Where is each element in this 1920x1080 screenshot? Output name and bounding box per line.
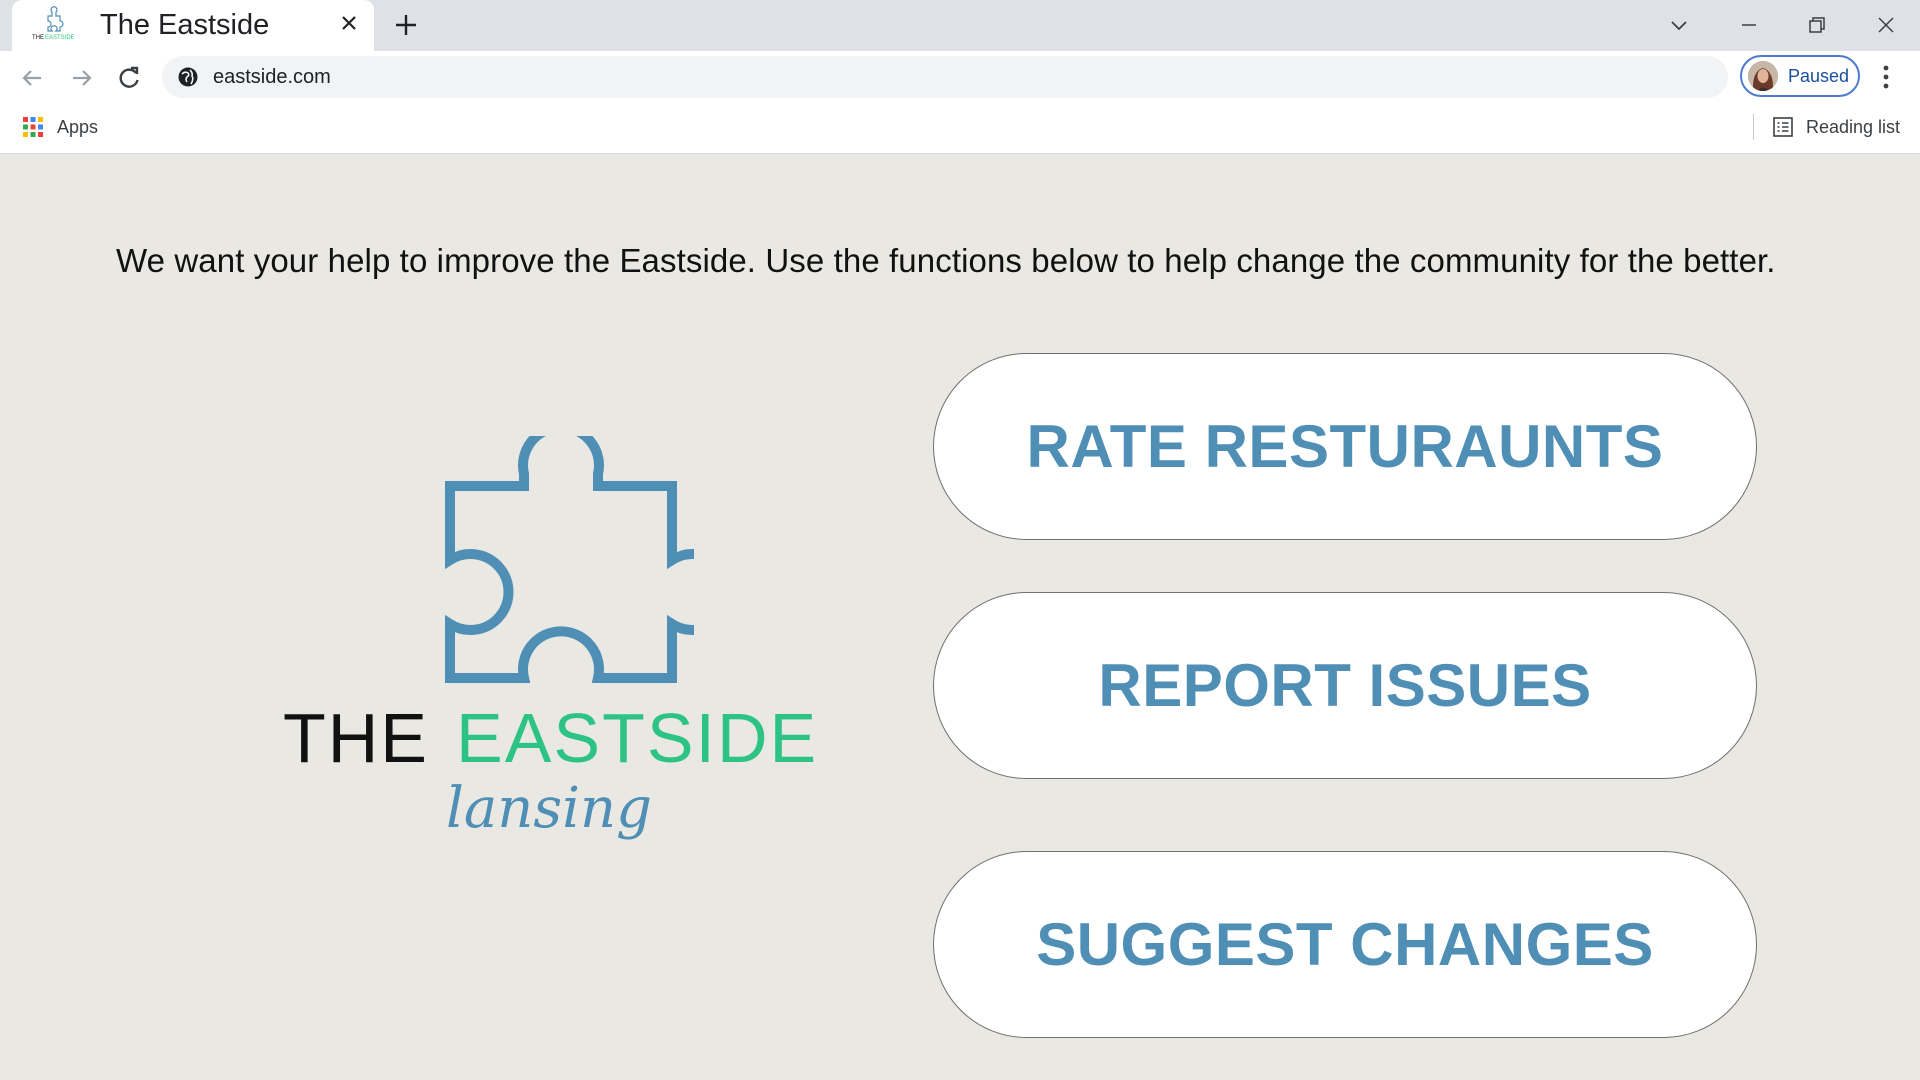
svg-text:THE: THE [32,35,44,41]
bookmarks-divider [1753,114,1754,140]
browser-toolbar: eastside.com Paused [0,51,1920,103]
logo-text-lansing: lansing [446,776,652,841]
bookmarks-bar: Apps Reading list [0,103,1920,154]
restore-icon[interactable] [1802,10,1832,40]
new-tab-icon[interactable] [392,11,420,39]
address-bar[interactable]: eastside.com [162,56,1728,98]
url-text[interactable]: eastside.com [213,66,331,89]
intro-text: We want your help to improve the Eastsid… [116,242,1776,279]
apps-grid-icon[interactable] [22,116,44,138]
back-arrow-icon[interactable] [19,64,47,92]
reading-list-icon[interactable] [1772,116,1794,138]
logo-text-the: THE [283,699,429,777]
tab-search-chevron-icon[interactable] [1664,10,1694,40]
globe-icon[interactable] [177,66,199,88]
apps-bookmark[interactable]: Apps [57,117,98,138]
rate-restaurants-button[interactable]: RATE RESTURAUNTS [933,353,1757,540]
tab-title: The Eastside [100,9,270,41]
puzzle-piece-icon [445,436,694,683]
suggest-changes-button[interactable]: SUGGEST CHANGES [933,851,1757,1038]
reload-icon[interactable] [115,64,143,92]
avatar [1748,61,1778,91]
tab-strip: THE EASTSIDE The Eastside [0,0,1920,51]
report-issues-button[interactable]: REPORT ISSUES [933,592,1757,779]
eastside-favicon-icon: THE EASTSIDE [32,6,75,41]
profile-button[interactable]: Paused [1740,55,1860,97]
profile-status: Paused [1788,66,1850,86]
svg-text:EASTSIDE: EASTSIDE [45,35,75,41]
minimize-icon[interactable] [1734,10,1764,40]
rate-restaurants-label: RATE RESTURAUNTS [1026,413,1664,480]
close-window-icon[interactable] [1871,10,1901,40]
more-menu-icon[interactable] [1872,62,1900,92]
forward-arrow-icon[interactable] [67,64,95,92]
reading-list-button[interactable]: Reading list [1806,117,1900,138]
tab-close-icon[interactable] [338,12,360,34]
report-issues-label: REPORT ISSUES [1098,652,1592,719]
user-photo-icon [1748,61,1778,91]
page-content: We want your help to improve the Eastsid… [0,154,1920,1080]
browser-tab[interactable]: THE EASTSIDE The Eastside [12,0,374,51]
suggest-changes-label: SUGGEST CHANGES [1036,911,1654,978]
logo-text-eastside: EASTSIDE [456,699,819,777]
